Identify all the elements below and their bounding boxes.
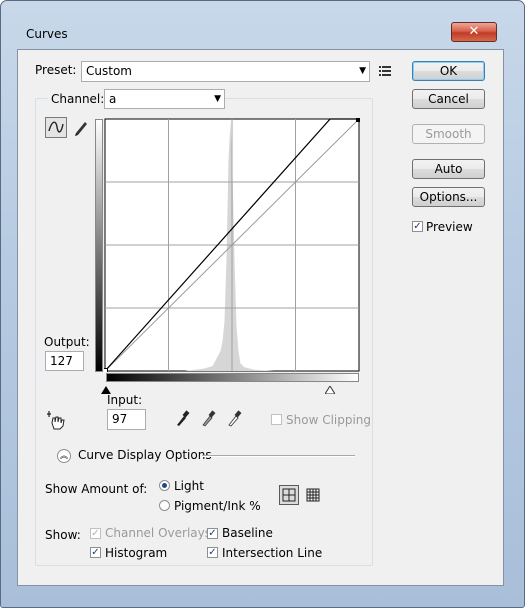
baseline-checkbox[interactable]: ✓	[207, 528, 218, 539]
channel-dropdown[interactable]: a ▼	[104, 89, 225, 109]
intersection-line-checkbox[interactable]: ✓	[207, 547, 218, 558]
targeted-adjustment-tool[interactable]	[45, 409, 67, 431]
channel-value: a	[109, 92, 117, 106]
curves-graph[interactable]	[104, 118, 360, 372]
collapse-chevron-icon[interactable]: ︽	[57, 449, 71, 463]
pencil-icon	[75, 122, 87, 136]
output-gradient-bar	[95, 119, 103, 372]
auto-button[interactable]: Auto	[412, 159, 485, 179]
black-point-eyedropper[interactable]	[174, 409, 190, 427]
grid-4x4-icon	[282, 488, 296, 502]
pigment-ink-radio[interactable]	[159, 500, 170, 511]
light-radio[interactable]	[159, 480, 170, 491]
black-point-slider[interactable]	[101, 383, 111, 394]
curve-control-point[interactable]	[356, 118, 361, 122]
curve-points-icon	[48, 121, 64, 133]
input-gradient-bar	[106, 373, 359, 382]
channel-label: Channel:	[48, 92, 108, 106]
preset-dropdown[interactable]: Custom ▼	[81, 61, 370, 82]
preview-label: Preview	[426, 220, 473, 234]
pencil-draw-tool[interactable]	[72, 117, 90, 137]
white-point-slider[interactable]	[324, 383, 336, 395]
output-label: Output:	[44, 335, 90, 349]
detailed-grid-button[interactable]	[304, 486, 322, 504]
channel-overlays-checkbox[interactable]: ✓	[90, 528, 101, 539]
show-clipping-checkbox[interactable]	[271, 414, 282, 425]
curve-display-options-label: Curve Display Options	[78, 448, 212, 462]
preset-options-icon[interactable]	[377, 63, 393, 79]
gray-point-eyedropper[interactable]	[200, 409, 216, 427]
smooth-button[interactable]: Smooth	[412, 124, 485, 144]
channel-overlays-label: Channel Overlays	[105, 526, 211, 540]
close-button[interactable]: ✕	[451, 22, 497, 42]
input-label: Input:	[107, 393, 143, 407]
preset-value: Custom	[86, 64, 132, 78]
cancel-button[interactable]: Cancel	[412, 89, 485, 109]
simple-grid-button[interactable]	[279, 485, 299, 505]
preset-label: Preset:	[35, 63, 77, 77]
chevron-down-icon: ▼	[214, 94, 221, 104]
baseline-label: Baseline	[222, 526, 273, 540]
chevron-down-icon: ▼	[359, 66, 366, 76]
white-point-eyedropper[interactable]	[226, 409, 242, 427]
eyedropper-white-icon	[228, 410, 242, 427]
pigment-ink-label: Pigment/Ink %	[174, 499, 261, 513]
histogram-label: Histogram	[105, 546, 168, 560]
ok-button[interactable]: OK	[412, 61, 485, 81]
grid-10x10-icon	[306, 488, 320, 502]
light-label: Light	[174, 479, 204, 493]
preview-checkbox[interactable]: ✓	[412, 221, 423, 232]
section-divider	[202, 455, 355, 457]
show-label: Show:	[45, 528, 81, 542]
histogram-checkbox[interactable]: ✓	[90, 547, 101, 558]
show-clipping-label: Show Clipping	[286, 413, 372, 427]
options-button[interactable]: Options...	[412, 187, 485, 207]
eyedropper-black-icon	[177, 410, 190, 426]
intersection-line-label: Intersection Line	[222, 546, 323, 560]
curve-edit-points-tool[interactable]	[45, 117, 67, 138]
show-amount-label: Show Amount of:	[45, 482, 148, 496]
hand-drag-icon	[47, 411, 65, 430]
curve-control-point[interactable]	[104, 368, 108, 373]
input-field[interactable]: 97	[107, 409, 146, 430]
window-title: Curves	[26, 27, 68, 41]
output-field[interactable]: 127	[45, 351, 84, 371]
eyedropper-gray-icon	[202, 410, 216, 427]
